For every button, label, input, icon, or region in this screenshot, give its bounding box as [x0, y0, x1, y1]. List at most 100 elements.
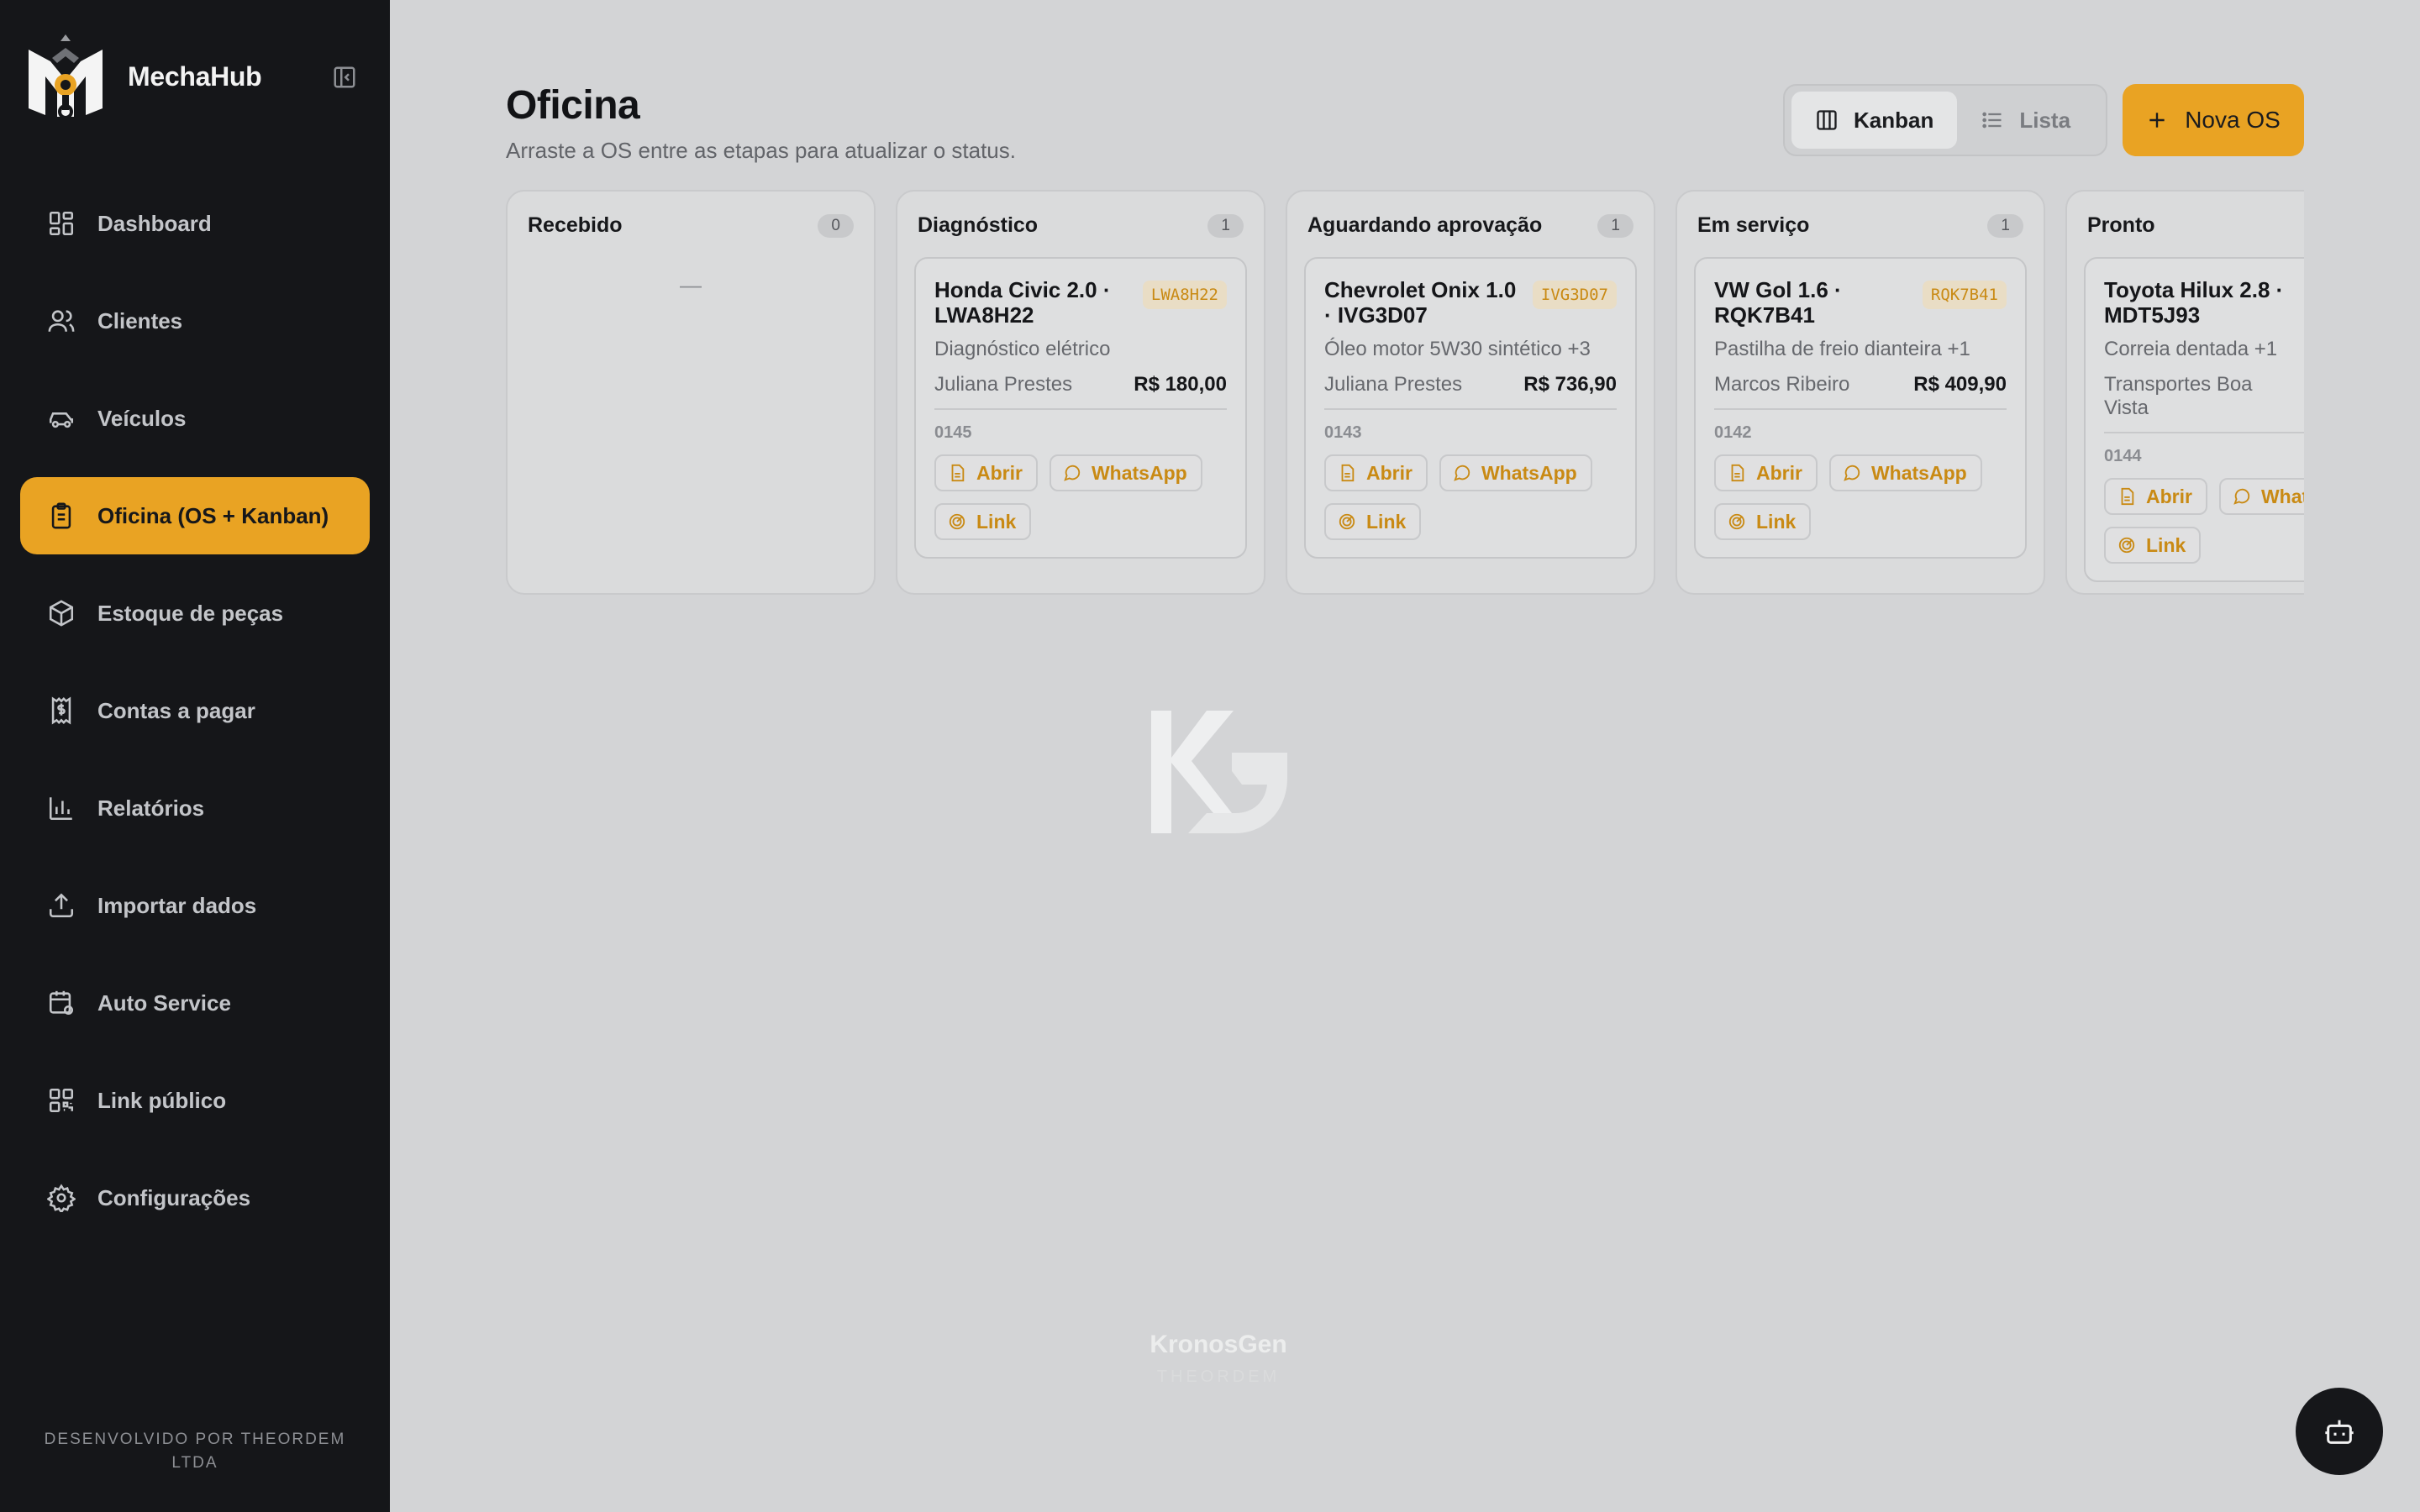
sidebar-item-label: Relatórios — [97, 795, 205, 821]
plus-icon — [2146, 109, 2168, 131]
card-client: Transportes Boa Vista — [2104, 373, 2253, 419]
clipboard-icon — [45, 500, 77, 532]
sidebar-item-oficina[interactable]: Oficina (OS + Kanban) — [20, 477, 370, 554]
divider — [1714, 408, 2007, 410]
card-os-number: 0143 — [1324, 423, 1362, 442]
whatsapp-button[interactable]: WhatsApp — [1828, 454, 1982, 491]
link-button[interactable]: Link — [934, 503, 1032, 540]
package-icon — [45, 597, 77, 629]
kronosgen-watermark-logo — [1151, 711, 1287, 833]
sidebar-nav: Dashboard Clientes Veículos Oficina (OS … — [20, 185, 370, 1257]
card-client: Juliana Prestes — [1324, 373, 1463, 396]
radar-icon — [2118, 536, 2136, 554]
os-card[interactable]: Honda Civic 2.0 · LWA8H22 LWA8H22 Diagnó… — [914, 257, 1247, 559]
users-icon — [45, 305, 77, 337]
open-button[interactable]: Abrir — [1714, 454, 1818, 491]
mechahub-logo — [29, 34, 103, 119]
card-service: Diagnóstico elétrico — [934, 338, 1111, 360]
chat-bubble-icon — [1453, 464, 1471, 482]
sidebar-item-label: Contas a pagar — [97, 697, 255, 723]
sidebar-item-label: Veículos — [97, 405, 187, 431]
whatsapp-button[interactable]: WhatsApp — [1049, 454, 1202, 491]
card-vehicle-title: VW Gol 1.6 · RQK7B41 — [1714, 277, 1842, 328]
card-client: Marcos Ribeiro — [1714, 373, 1850, 396]
open-button[interactable]: Abrir — [1324, 454, 1428, 491]
brand-name: MechaHub — [128, 60, 262, 92]
sidebar-item-contas[interactable]: Contas a pagar — [20, 672, 370, 749]
link-button[interactable]: Link — [2104, 527, 2202, 564]
sidebar-item-estoque[interactable]: Estoque de peças — [20, 575, 370, 652]
kanban-column-em-servico: Em serviço 1 VW Gol 1.6 · RQK7B41 RQK7B4… — [1676, 190, 2045, 595]
open-button[interactable]: Abrir — [934, 454, 1038, 491]
column-title: Pronto — [2087, 213, 2155, 237]
kanban-column-recebido: Recebido 0 — — [506, 190, 876, 595]
file-icon — [1728, 464, 1746, 482]
file-icon — [2118, 487, 2136, 506]
card-os-number: 0144 — [2104, 447, 2142, 465]
assistant-fab-button[interactable] — [2296, 1388, 2383, 1475]
kanban-view-button[interactable]: Kanban — [1791, 92, 1958, 149]
divider — [1324, 408, 1617, 410]
sidebar-item-label: Oficina (OS + Kanban) — [97, 502, 329, 528]
sidebar-item-label: Link público — [97, 1087, 227, 1113]
card-vehicle-title: Toyota Hilux 2.8 · MDT5J93 — [2104, 277, 2284, 328]
card-price: R$ 736,90 — [1523, 373, 1617, 396]
link-button[interactable]: Link — [1324, 503, 1422, 540]
list-icon — [1981, 108, 2006, 133]
sidebar-item-auto-service[interactable]: Auto Service — [20, 964, 370, 1042]
divider — [2104, 432, 2304, 433]
sidebar-item-label: Estoque de peças — [97, 600, 284, 626]
sidebar-item-configuracoes[interactable]: Configurações — [20, 1159, 370, 1236]
sidebar-item-clientes[interactable]: Clientes — [20, 282, 370, 360]
sidebar-item-label: Configurações — [97, 1184, 251, 1210]
radar-icon — [1338, 512, 1356, 531]
whatsapp-button[interactable]: WhatsApp — [1439, 454, 1592, 491]
chat-bubble-icon — [1843, 464, 1861, 482]
plate-badge: LWA8H22 — [1142, 281, 1227, 309]
card-client: Juliana Prestes — [934, 373, 1073, 396]
link-button[interactable]: Link — [1714, 503, 1812, 540]
card-vehicle-title: Chevrolet Onix 1.0 · IVG3D07 — [1324, 277, 1517, 328]
sidebar-footer: DESENVOLVIDO POR THEORDEM LTDA — [44, 1431, 346, 1472]
calendar-gear-icon — [45, 987, 77, 1019]
card-vehicle-title: Honda Civic 2.0 · LWA8H22 — [934, 277, 1111, 328]
file-icon — [1338, 464, 1356, 482]
whatsapp-button[interactable]: WhatsApp — [2218, 478, 2304, 515]
card-service: Correia dentada +1 — [2104, 338, 2278, 360]
upload-icon — [45, 890, 77, 921]
sidebar-collapse-button[interactable] — [329, 62, 360, 92]
page-subtitle: Arraste a OS entre as etapas para atuali… — [506, 138, 1016, 163]
plate-badge: RQK7B41 — [1922, 281, 2007, 309]
brand[interactable]: MechaHub — [24, 30, 262, 123]
os-card[interactable]: Toyota Hilux 2.8 · MDT5J93 Correia denta… — [2084, 257, 2304, 582]
list-view-button[interactable]: Lista — [1957, 92, 2094, 149]
os-card[interactable]: VW Gol 1.6 · RQK7B41 RQK7B41 Pastilha de… — [1694, 257, 2027, 559]
chat-bubble-icon — [1063, 464, 1081, 482]
panel-left-icon — [334, 66, 355, 88]
bar-chart-icon — [45, 792, 77, 824]
radar-icon — [948, 512, 966, 531]
empty-placeholder: — — [680, 272, 702, 297]
sidebar-item-label: Clientes — [97, 307, 183, 333]
card-os-number: 0145 — [934, 423, 972, 442]
watermark-sub: THEORDEM — [1156, 1368, 1281, 1386]
radar-icon — [1728, 512, 1746, 531]
watermark-name: KronosGen — [1150, 1331, 1287, 1358]
column-count-badge: 1 — [1597, 213, 1634, 238]
sidebar-item-importar[interactable]: Importar dados — [20, 867, 370, 944]
column-title: Diagnóstico — [918, 213, 1039, 237]
sidebar-item-dashboard[interactable]: Dashboard — [20, 185, 370, 262]
sidebar-item-label: Auto Service — [97, 990, 231, 1016]
column-title: Em serviço — [1697, 213, 1810, 237]
sidebar-item-veiculos[interactable]: Veículos — [20, 380, 370, 457]
sidebar-item-relatorios[interactable]: Relatórios — [20, 769, 370, 847]
columns-icon — [1815, 108, 1840, 133]
sidebar-item-link-publico[interactable]: Link público — [20, 1062, 370, 1139]
open-button[interactable]: Abrir — [2104, 478, 2207, 515]
new-os-button[interactable]: Nova OS — [2123, 84, 2304, 156]
column-count-badge: 1 — [1207, 213, 1244, 238]
kanban-board: Recebido 0 — Diagnóstico 1 Honda Civic 2… — [506, 190, 2304, 596]
column-count-badge: 1 — [1987, 213, 2023, 238]
file-icon — [948, 464, 966, 482]
os-card[interactable]: Chevrolet Onix 1.0 · IVG3D07 IVG3D07 Óle… — [1304, 257, 1637, 559]
